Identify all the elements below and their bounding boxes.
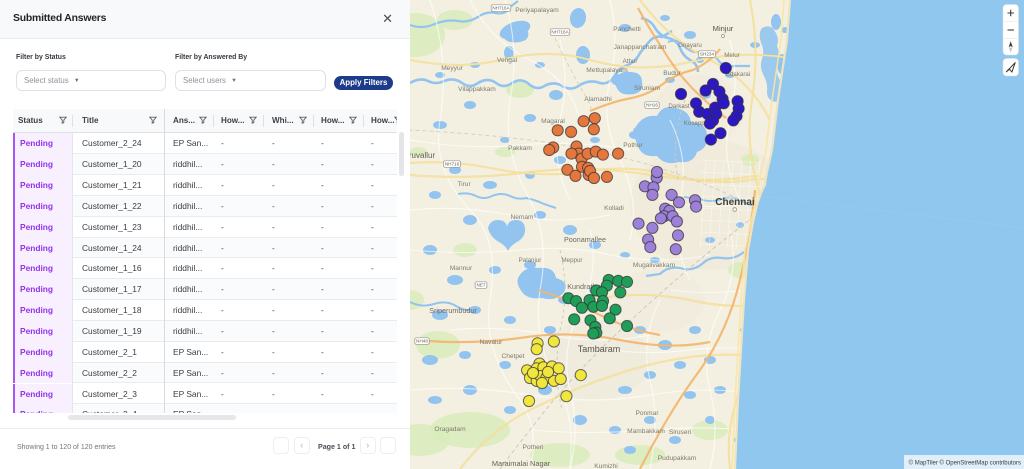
svg-text:Vengal: Vengal (497, 57, 518, 64)
svg-text:Poonamallee: Poonamallee (564, 235, 606, 244)
svg-text:Nemam: Nemam (510, 214, 534, 221)
svg-text:Gnayaru: Gnayaru (678, 42, 702, 49)
svg-text:Mugalivakkam: Mugalivakkam (633, 262, 676, 269)
svg-text:NH48: NH48 (416, 339, 428, 344)
svg-text:Maraimalai Nagar: Maraimalai Nagar (492, 459, 551, 468)
svg-text:Siruniam: Siruniam (634, 85, 661, 92)
svg-text:Melur: Melur (724, 52, 739, 59)
svg-text:© MapTiler © OpenStreetMap con: © MapTiler © OpenStreetMap contributors (909, 460, 1021, 467)
svg-text:Vilappakkam: Vilappakkam (458, 86, 496, 93)
svg-text:Budur: Budur (663, 70, 681, 77)
svg-text:Pudupakkam: Pudupakkam (658, 455, 697, 462)
svg-text:Chetpet: Chetpet (501, 353, 524, 360)
svg-text:Mettupalayam: Mettupalayam (586, 67, 628, 74)
svg-text:Minjur: Minjur (713, 24, 734, 33)
svg-text:SH234: SH234 (700, 52, 714, 57)
svg-text:NH716A: NH716A (551, 30, 569, 35)
svg-text:Palanjur: Palanjur (519, 257, 542, 264)
svg-text:Tirur: Tirur (457, 181, 471, 188)
svg-text:Oragadam: Oragadam (434, 426, 466, 433)
svg-text:Pothur: Pothur (623, 142, 643, 149)
svg-text:NH716: NH716 (445, 162, 460, 167)
svg-text:Navalur: Navalur (480, 339, 504, 346)
svg-text:Janappanchatram: Janappanchatram (614, 44, 667, 51)
svg-text:Ponmar: Ponmar (635, 410, 659, 417)
svg-text:Darkast: Darkast (668, 103, 690, 110)
svg-text:Athur: Athur (623, 58, 638, 65)
svg-text:Siruseri: Siruseri (669, 429, 692, 436)
svg-text:Mannur: Mannur (450, 265, 473, 272)
svg-text:NH716A: NH716A (492, 6, 510, 11)
svg-text:Periyapalayam: Periyapalayam (515, 7, 559, 14)
svg-text:Meppur: Meppur (562, 257, 583, 264)
svg-text:Pakkam: Pakkam (508, 145, 532, 152)
svg-text:Meyyur: Meyyur (441, 65, 463, 72)
svg-text:Tambaram: Tambaram (578, 344, 621, 354)
svg-text:Panchetti: Panchetti (613, 26, 641, 33)
svg-text:Sriperumbudur: Sriperumbudur (429, 306, 477, 315)
svg-text:ruvallur: ruvallur (410, 151, 435, 160)
svg-text:NE7: NE7 (477, 283, 486, 288)
svg-text:NH16: NH16 (646, 103, 658, 108)
svg-text:Magaral: Magaral (541, 118, 565, 125)
svg-text:Potheri: Potheri (523, 444, 544, 451)
svg-text:Kumizhi: Kumizhi (594, 463, 618, 469)
svg-text:Chennai: Chennai (715, 197, 755, 208)
svg-text:Alamadhi: Alamadhi (584, 96, 612, 103)
svg-text:Kolladi: Kolladi (604, 205, 624, 212)
svg-text:Mambakkam: Mambakkam (627, 428, 665, 435)
